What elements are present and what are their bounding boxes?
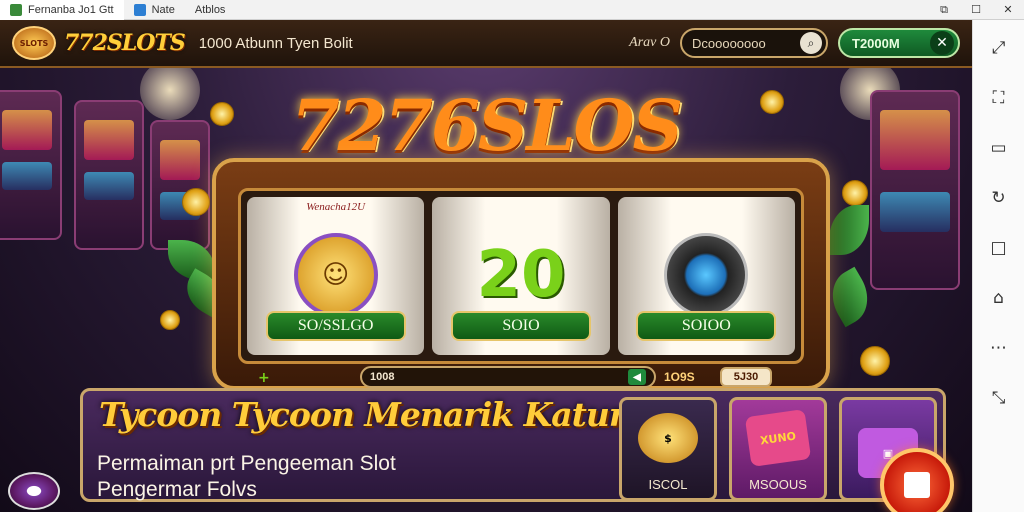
game-viewport: SLOTS 772SLOTS 1000 Atbunn Tyen Bolit Ar… [0,20,972,512]
slot-machine: Wenacha12U ☺ SO/SSLGO 20 SOIO SOIOO [212,158,830,390]
tab-nate[interactable]: Nate [124,0,185,20]
arrow-left-icon[interactable]: ◀ [628,369,646,385]
promo-desc-line: Permaiman prt Pengeeman Slot [97,452,396,475]
tab-label: Atblos [194,3,226,16]
tab-game[interactable]: Fernanba Jo1 Gtt [0,0,124,20]
window-icon[interactable]: ▭ [985,134,1013,162]
promo-title: Tycoon Tycoon Menarik Katur [99,395,626,434]
poker-chips-icon [8,472,60,510]
bet-label: 1O9S [664,370,695,384]
bet-box[interactable]: 5J30 [720,367,772,387]
account-label: Arav O [629,35,670,50]
maximize-window-button[interactable]: ☐ [960,0,992,20]
promo-panel: Tycoon Tycoon Menarik Katur Permaiman pr… [80,388,946,502]
number-symbol: 20 [476,238,566,312]
expand-icon[interactable]: ⤡ [985,384,1013,412]
reel-window: Wenacha12U ☺ SO/SSLGO 20 SOIO SOIOO [238,188,804,364]
header-marquee: 1000 Atbunn Tyen Bolit [198,34,353,52]
leaf-decoration [829,205,869,255]
search-icon[interactable]: ⌕ [800,32,822,54]
gold-coin-icon [860,346,890,376]
bonus-ticket-icon: XUNO [744,409,812,467]
close-icon[interactable]: ✕ [930,31,954,55]
close-window-button[interactable]: ✕ [992,0,1024,20]
balance-value: T2000M [852,35,900,51]
bet-value: 1008 [370,371,395,383]
emulator-sidebar: ⤢ ⛶ ▭ ↻ □ ⌂ ⋯ ⤡ [972,20,1024,512]
coin-stack-icon: $ [638,413,698,463]
home-icon[interactable]: ⌂ [985,284,1013,312]
stop-button[interactable] [880,448,954,512]
promo-description: Permaiman prt Pengeeman Slot Pengermar F… [97,451,597,503]
tab-label: Fernanba Jo1 Gtt [28,3,114,16]
gold-coin-icon [210,102,234,126]
gold-coin-icon [760,90,784,114]
fullscreen-icon[interactable]: ⤢ [985,34,1013,62]
screenshot-icon[interactable]: ⛶ [985,84,1013,112]
square-icon[interactable]: □ [985,234,1013,262]
window-titlebar: Fernanba Jo1 Gtt Nate Atblos ⧉ ☐ ✕ [0,0,1024,20]
app-favicon-icon [10,3,22,16]
bet-strip[interactable]: 1008 ◀ [360,366,656,388]
reel-value: SOIOO [636,311,777,341]
window-controls: ⧉ ☐ ✕ [928,0,1024,20]
brand-logo: 772SLOTS [64,30,186,56]
gold-coin-icon [160,310,180,330]
casino-chip-icon [664,233,749,317]
rotate-icon[interactable]: ↻ [985,184,1013,212]
reel-2[interactable]: 20 SOIO [432,197,610,355]
restore-window-button[interactable]: ⧉ [928,0,960,20]
promo-card-label: MSOOUS [749,477,807,492]
reel-value: SOIO [450,311,591,341]
search-value: Dcoooooooo [692,35,766,51]
tab-label: Nate [151,3,175,16]
search-input[interactable]: Dcoooooooo ⌕ [680,28,828,58]
balance-display[interactable]: T2000M ✕ [838,28,960,58]
hero-title: 7276SLOS [290,84,683,167]
logo-badge: SLOTS [12,26,56,60]
gold-coin-icon [182,188,210,216]
gold-coin-icon [842,180,868,206]
stop-icon [904,472,930,498]
app-icon [133,3,146,16]
reel-3[interactable]: SOIOO [617,197,795,355]
reel-1[interactable]: Wenacha12U ☺ SO/SSLGO [247,197,425,355]
reel-header: Wenacha12U [306,201,366,213]
increase-bet-button[interactable]: + [258,370,270,386]
reel-value: SO/SSLGO [265,311,406,341]
tab-atblos[interactable]: Atblos [185,0,236,20]
promo-card-coins[interactable]: $ ISCOL [619,397,717,501]
game-header: SLOTS 772SLOTS 1000 Atbunn Tyen Bolit Ar… [0,20,972,68]
promo-card-label: ISCOL [648,477,688,492]
promo-desc-line: Pengermar Folvs [97,478,257,501]
coin-symbol-icon: ☺ [293,233,378,317]
more-icon[interactable]: ⋯ [985,334,1013,362]
promo-card-bonus[interactable]: XUNO MSOOUS [729,397,827,501]
